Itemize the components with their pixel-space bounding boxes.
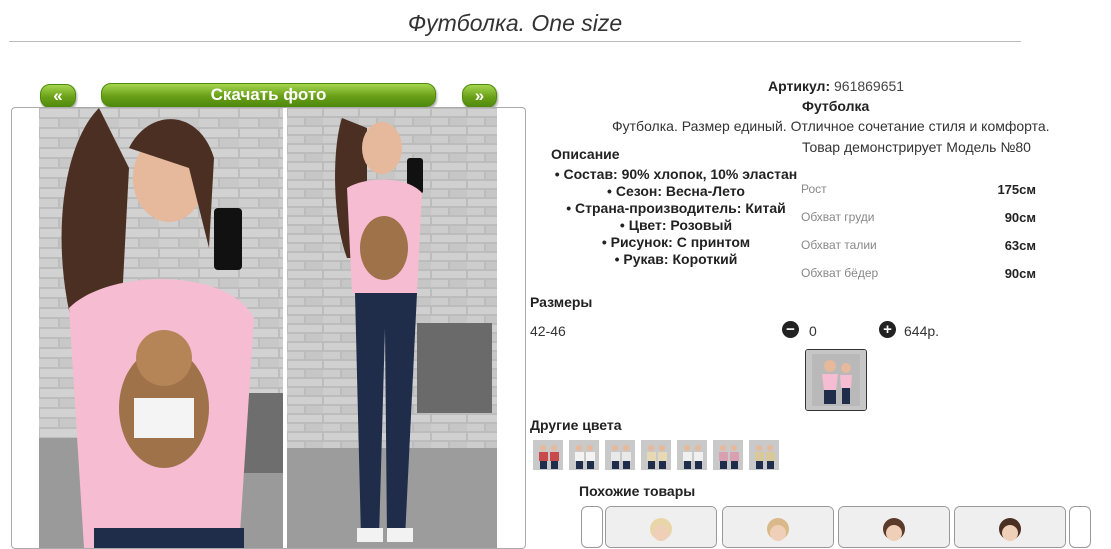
attribute-item: Рукав: Короткий — [548, 251, 804, 268]
measurement-value-height: 175см — [997, 182, 1036, 197]
similar-product-card[interactable] — [722, 506, 834, 548]
carousel-prev-button[interactable] — [581, 506, 603, 548]
description-heading: Описание — [551, 146, 620, 162]
download-photo-button[interactable]: Скачать фото — [101, 83, 436, 107]
measurement-label-hips: Обхват бёдер — [801, 266, 879, 280]
minus-icon: − — [786, 321, 795, 338]
quantity-value: 0 — [809, 323, 817, 339]
carousel-next-button[interactable] — [1069, 506, 1091, 548]
decrease-quantity-button[interactable]: − — [782, 321, 799, 338]
measurement-label-chest: Обхват груди — [801, 210, 875, 224]
measurement-value-waist: 63см — [1004, 238, 1036, 253]
measurement-value-chest: 90см — [1004, 210, 1036, 225]
similar-product-image — [955, 507, 1065, 547]
increase-quantity-button[interactable]: + — [879, 321, 896, 338]
size-range: 42-46 — [530, 323, 566, 339]
article-value: 961869651 — [834, 78, 905, 94]
attribute-item: Состав: 90% хлопок, 10% эластан — [548, 166, 804, 183]
color-thumbnail[interactable] — [641, 440, 671, 470]
price: 644р. — [904, 323, 940, 339]
attribute-item: Цвет: Розовый — [548, 217, 804, 234]
photo-gallery — [11, 107, 526, 549]
plus-icon: + — [883, 321, 892, 338]
similar-product-image — [723, 507, 833, 547]
color-thumbnail[interactable] — [533, 440, 563, 470]
attribute-item: Рисунок: С принтом — [548, 234, 804, 251]
attribute-item: Сезон: Весна-Лето — [548, 183, 804, 200]
similar-product-image — [606, 507, 716, 547]
other-colors-heading: Другие цвета — [530, 417, 622, 433]
color-thumbnail[interactable] — [677, 440, 707, 470]
measurement-value-hips: 90см — [1004, 266, 1036, 281]
similar-product-card[interactable] — [954, 506, 1066, 548]
sizes-heading: Размеры — [530, 294, 593, 310]
similar-product-card[interactable] — [605, 506, 717, 548]
product-name: Футболка — [802, 98, 870, 114]
article-line: Артикул: 961869651 — [768, 78, 904, 94]
attribute-item: Страна-производитель: Китай — [548, 200, 804, 217]
product-photo-front[interactable] — [39, 108, 283, 548]
similar-products-heading: Похожие товары — [579, 483, 696, 499]
selected-color-thumbnail[interactable] — [805, 349, 867, 411]
color-thumbnail[interactable] — [749, 440, 779, 470]
product-photo-full[interactable] — [287, 108, 497, 548]
attribute-list: Состав: 90% хлопок, 10% эластан Сезон: В… — [548, 166, 804, 268]
measurement-label-waist: Обхват талии — [801, 238, 877, 252]
color-thumbnail[interactable] — [569, 440, 599, 470]
article-label: Артикул: — [768, 78, 831, 94]
similar-product-image — [839, 507, 949, 547]
title-divider — [9, 41, 1021, 42]
measurement-label-height: Рост — [801, 182, 827, 196]
color-thumbnail[interactable] — [713, 440, 743, 470]
prev-photo-button[interactable]: « — [40, 84, 76, 108]
similar-product-card[interactable] — [838, 506, 950, 548]
thumbnail-image — [806, 350, 866, 410]
color-thumbnail[interactable] — [605, 440, 635, 470]
model-info: Товар демонстрирует Модель №80 — [802, 139, 1031, 155]
page-title: Футболка. One size — [407, 10, 623, 36]
product-description: Футболка. Размер единый. Отличное сочета… — [612, 118, 1050, 134]
next-photo-button[interactable]: » — [462, 84, 497, 108]
